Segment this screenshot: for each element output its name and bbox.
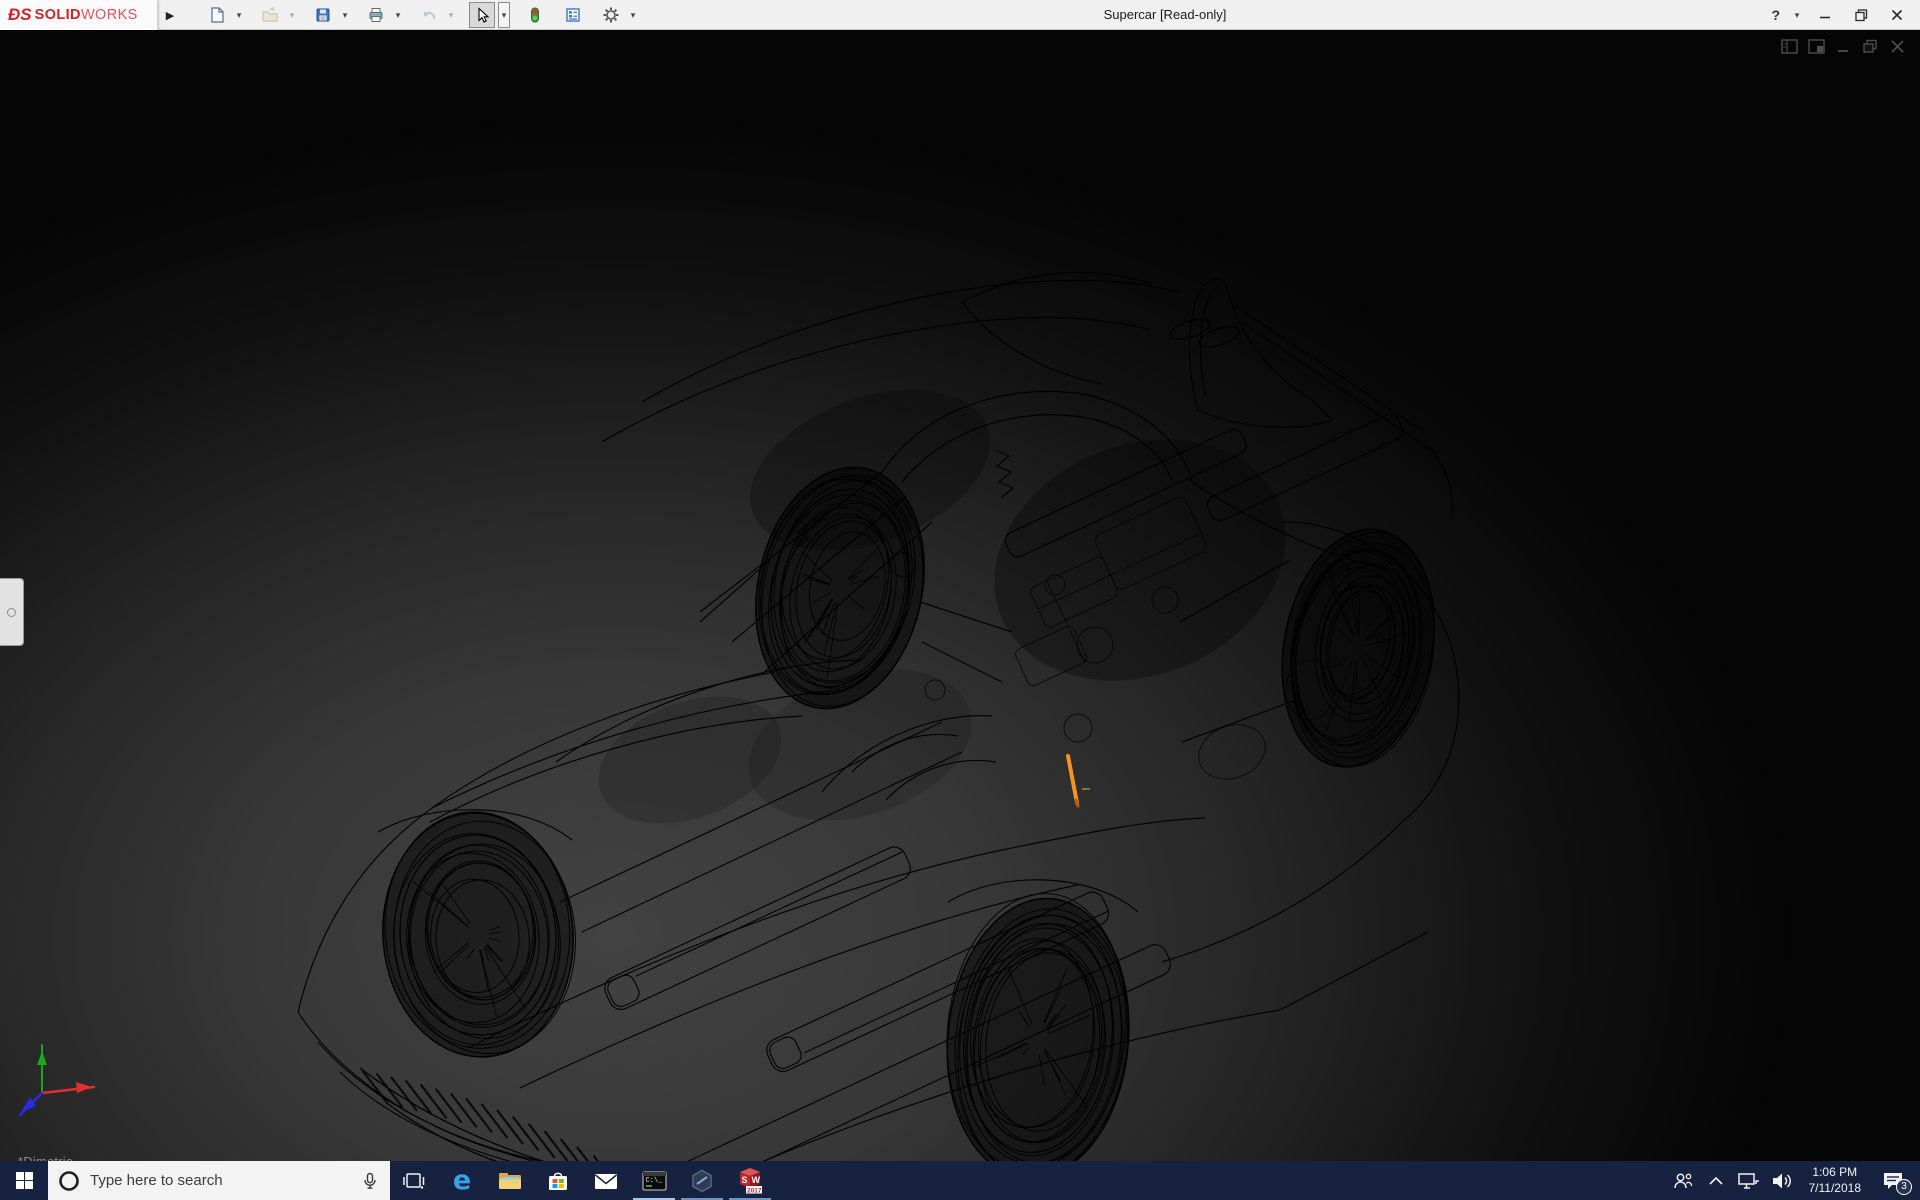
mail-icon: [594, 1171, 618, 1191]
pane-left-icon[interactable]: [1781, 39, 1798, 54]
start-button[interactable]: [0, 1161, 48, 1200]
network-icon: [1737, 1170, 1761, 1192]
front-intake-hatch: [360, 1068, 636, 1161]
system-tray: 1:06 PM 7/11/2018 3: [1671, 1161, 1920, 1200]
windows-taskbar: e C:\_ S W 2017: [0, 1161, 1920, 1200]
print-button[interactable]: [363, 2, 389, 28]
restore-button[interactable]: [1848, 2, 1874, 28]
notification-badge: 3: [1896, 1179, 1912, 1195]
display-pane-button[interactable]: [560, 2, 586, 28]
cursor-icon: [473, 6, 491, 24]
titlebar: ÐS SOLIDWORKS ▶ ▾ ▾ ▾ ▾ ▾: [0, 0, 1920, 30]
side-panel-tab[interactable]: [0, 578, 24, 646]
close-icon: [1891, 9, 1903, 21]
open-file-icon: [261, 6, 279, 24]
save-icon: [314, 6, 332, 24]
gear-icon: [602, 6, 620, 24]
toolbar-flyout-icon[interactable]: ▶: [161, 0, 179, 30]
options-dropdown[interactable]: ▾: [627, 2, 639, 28]
close-button[interactable]: [1884, 2, 1910, 28]
taskbar-search[interactable]: [48, 1161, 390, 1200]
search-input[interactable]: [90, 1172, 350, 1189]
taskbar-app-file-explorer[interactable]: [486, 1161, 534, 1200]
brand-solid: SOLID: [35, 7, 81, 23]
save-button[interactable]: [310, 2, 336, 28]
taskbar-app-store[interactable]: [534, 1161, 582, 1200]
svg-text:S: S: [742, 1175, 748, 1185]
taskbar-app-edge[interactable]: e: [438, 1161, 486, 1200]
doc-close-icon[interactable]: [1889, 39, 1906, 54]
pane-right-icon[interactable]: [1808, 39, 1825, 54]
print-icon: [367, 6, 385, 24]
help-dropdown[interactable]: ▾: [1792, 2, 1802, 28]
solidworks-2017-icon: S W 2017: [737, 1167, 763, 1194]
svg-text:2017: 2017: [747, 1188, 762, 1195]
people-button[interactable]: [1671, 1169, 1695, 1193]
supercar-wireframe-model[interactable]: [0, 31, 1920, 1161]
quick-toolbar: ▾ ▾ ▾ ▾ ▾ ▾: [204, 0, 639, 30]
minimize-icon: [1819, 9, 1831, 21]
ds-logo-icon: ÐS: [8, 5, 32, 25]
windows-logo-icon: [16, 1172, 33, 1189]
taskbar-app-mail[interactable]: [582, 1161, 630, 1200]
shadow-masses: [581, 360, 1322, 848]
taskbar-app-solidworks[interactable]: S W 2017: [726, 1161, 774, 1200]
graphics-area[interactable]: *Dimetric: [0, 31, 1920, 1161]
taskbar-app-edrawings[interactable]: [678, 1161, 726, 1200]
print-dropdown[interactable]: ▾: [392, 2, 404, 28]
doc-minimize-icon[interactable]: [1835, 39, 1852, 54]
taskbar-app-command-prompt[interactable]: C:\_: [630, 1161, 678, 1200]
minimize-button[interactable]: [1812, 2, 1838, 28]
edge-icon: e: [453, 1169, 471, 1193]
new-file-dropdown[interactable]: ▾: [233, 2, 245, 28]
task-view-icon: [403, 1171, 425, 1191]
command-prompt-icon: C:\_: [642, 1171, 667, 1191]
doc-restore-icon[interactable]: [1862, 39, 1879, 54]
file-explorer-icon: [498, 1170, 522, 1192]
solidworks-logo: ÐS SOLIDWORKS: [0, 0, 158, 30]
undo-icon: [420, 6, 438, 24]
microphone-icon[interactable]: [360, 1170, 380, 1192]
wheel-scribbles: [375, 452, 1454, 1161]
network-button[interactable]: [1737, 1169, 1761, 1193]
selected-edge[interactable]: [1068, 756, 1090, 806]
time-label: 1:06 PM: [1809, 1165, 1862, 1181]
new-file-button[interactable]: [204, 2, 230, 28]
help-button[interactable]: ?: [1769, 7, 1782, 23]
clock[interactable]: 1:06 PM 7/11/2018: [1803, 1165, 1868, 1196]
document-window-controls: [1781, 39, 1906, 54]
tab-handle-icon: [7, 608, 16, 617]
traffic-light-icon: [526, 6, 544, 24]
restore-icon: [1855, 9, 1868, 22]
select-tool-dropdown[interactable]: ▾: [498, 2, 510, 28]
task-view-button[interactable]: [390, 1161, 438, 1200]
people-icon: [1672, 1170, 1694, 1192]
desktop: ÐS SOLIDWORKS ▶ ▾ ▾ ▾ ▾ ▾: [0, 0, 1920, 1200]
action-center-button[interactable]: 3: [1876, 1166, 1910, 1196]
date-label: 7/11/2018: [1809, 1181, 1862, 1197]
speaker-icon: [1770, 1170, 1794, 1192]
property-list-icon: [564, 6, 582, 24]
undo-button[interactable]: [416, 2, 442, 28]
select-tool-button[interactable]: [469, 2, 495, 28]
open-file-dropdown[interactable]: ▾: [286, 2, 298, 28]
window-controls: ? ▾: [1769, 0, 1910, 30]
edrawings-hexagon-icon: [690, 1169, 714, 1193]
cortana-icon: [58, 1170, 80, 1192]
new-file-icon: [208, 6, 226, 24]
svg-text:C:\_: C:\_: [645, 1177, 663, 1185]
undo-dropdown[interactable]: ▾: [445, 2, 457, 28]
interrupt-button[interactable]: [522, 2, 548, 28]
options-button[interactable]: [598, 2, 624, 28]
brand-works: WORKS: [81, 7, 138, 23]
orientation-triad: [8, 1031, 104, 1135]
volume-button[interactable]: [1770, 1169, 1794, 1193]
store-icon: [546, 1169, 570, 1193]
document-title: Supercar [Read-only]: [1104, 0, 1227, 30]
svg-text:W: W: [752, 1175, 761, 1185]
open-file-button[interactable]: [257, 2, 283, 28]
chevron-up-icon: [1708, 1174, 1724, 1188]
save-dropdown[interactable]: ▾: [339, 2, 351, 28]
show-hidden-icons-button[interactable]: [1704, 1169, 1728, 1193]
